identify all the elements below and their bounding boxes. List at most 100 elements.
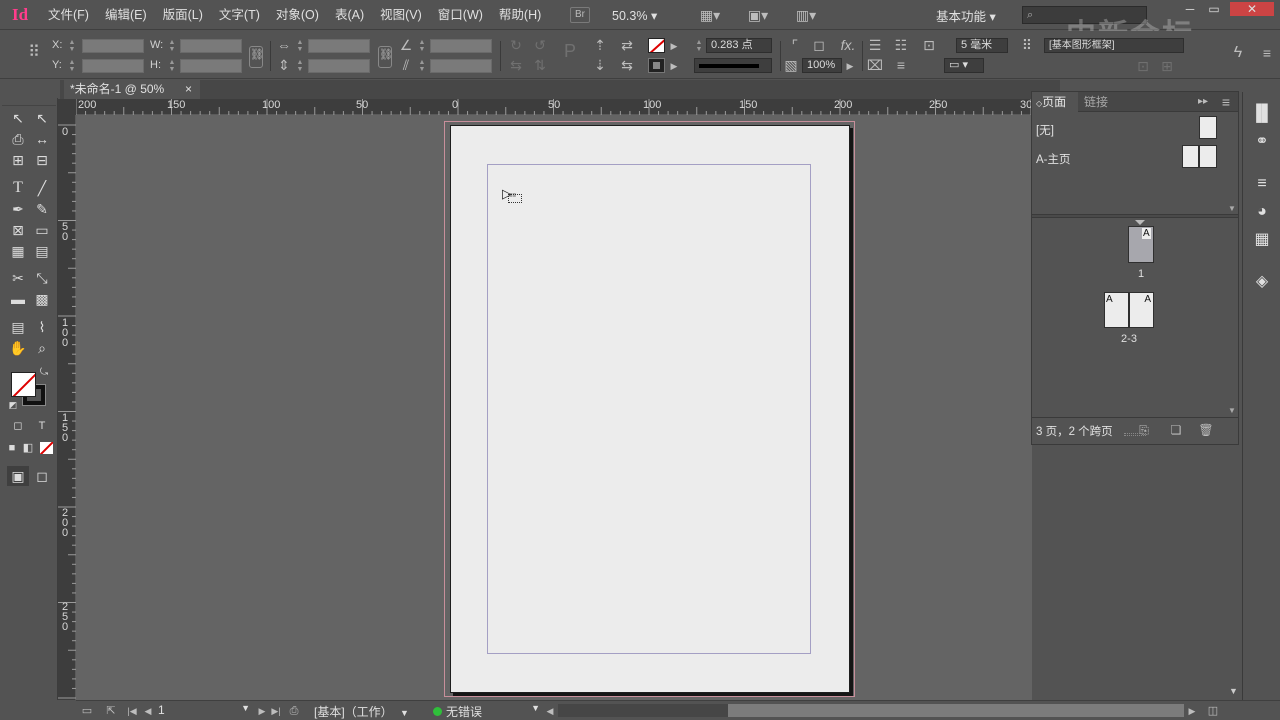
fill-swatch-none[interactable] xyxy=(648,38,665,53)
horizontal-ruler[interactable]: 200 150 100 50 0 50 100 150 200 250 30 xyxy=(76,99,1032,115)
preflight-profile-dropdown[interactable]: [基本]（工作） ▼ xyxy=(314,703,409,720)
shear-field[interactable] xyxy=(430,59,492,73)
frame-spacing-field[interactable]: 5 毫米 xyxy=(956,38,1008,53)
tools-grip[interactable] xyxy=(2,100,56,106)
free-transform-tool-icon[interactable]: ⤡ xyxy=(31,268,53,288)
page-1-thumbnail[interactable]: A xyxy=(1128,226,1154,263)
last-page-icon[interactable]: ▶| xyxy=(270,703,282,719)
close-icon[interactable]: × xyxy=(185,80,192,99)
menu-type[interactable]: 文字(T) xyxy=(211,0,268,30)
table-tool-icon[interactable]: ▦ xyxy=(7,241,29,261)
gradient-swatch-tool-icon[interactable]: ▬ xyxy=(7,289,29,309)
masters-scrollbar[interactable]: ▼ xyxy=(1226,112,1238,213)
reference-point-icon[interactable]: ⠿ xyxy=(24,45,44,61)
h-field[interactable] xyxy=(180,59,242,73)
quick-apply-icon[interactable]: ϟ xyxy=(1228,45,1248,61)
scroll-right-icon[interactable]: ▶ xyxy=(1186,703,1198,719)
scroll-down-icon[interactable]: ▼ xyxy=(1228,204,1236,213)
swap-colors-icon[interactable]: ⤿ xyxy=(36,366,52,380)
open-page-icon[interactable]: ⇱ xyxy=(102,703,120,719)
split-window-icon[interactable]: ◫ xyxy=(1204,703,1222,719)
scroll-left-icon[interactable]: ◀ xyxy=(544,703,556,719)
select-previous-icon[interactable]: ⇄ xyxy=(618,37,636,53)
scale-x-stepper[interactable]: ▲ ▼ xyxy=(296,39,304,53)
scale-y-field[interactable] xyxy=(308,59,370,73)
effects-icon[interactable]: fx. xyxy=(838,37,858,53)
menu-view[interactable]: 视图(V) xyxy=(372,0,430,30)
line-tool-icon[interactable]: ╱ xyxy=(31,178,53,198)
menu-file[interactable]: 文件(F) xyxy=(40,0,97,30)
stroke-type-dropdown[interactable] xyxy=(694,58,772,73)
formatting-container-icon[interactable]: ◻ xyxy=(7,416,29,436)
apply-color-icon[interactable]: ■ xyxy=(4,438,20,458)
apply-none-icon[interactable] xyxy=(40,442,53,454)
master-none-thumbnail[interactable] xyxy=(1199,116,1217,139)
menu-layout[interactable]: 版面(L) xyxy=(155,0,211,30)
selection-tool-icon[interactable]: ↖ xyxy=(7,108,29,128)
next-page-icon[interactable]: ▶ xyxy=(256,703,268,719)
master-a-right-thumbnail[interactable] xyxy=(1199,145,1217,168)
zoom-tool-icon[interactable]: ⌕ xyxy=(31,338,53,358)
preflight-status[interactable]: 无错误 ▼ xyxy=(446,703,540,720)
y-stepper[interactable]: ▲ ▼ xyxy=(68,59,76,73)
document-tab[interactable]: *未命名-1 @ 50% × xyxy=(64,80,200,100)
delete-page-icon[interactable]: 🗑 xyxy=(1198,422,1214,438)
eyedropper-tool-icon[interactable]: ⌇ xyxy=(31,317,53,337)
apply-gradient-icon[interactable]: ◧ xyxy=(20,438,36,458)
page-number-field[interactable]: 1 ▼ xyxy=(158,703,250,718)
pages-panel-icon[interactable]: ▐▌ xyxy=(1243,100,1280,128)
panel-menu-icon[interactable]: ≡ xyxy=(1218,94,1234,110)
screen-mode-icon[interactable]: ▣▾ xyxy=(744,7,772,23)
type-tool-icon[interactable]: T xyxy=(7,178,29,198)
vertical-scrollbar[interactable]: ▼ xyxy=(1226,420,1240,700)
fill-dropdown-icon[interactable]: ▶ xyxy=(668,38,680,54)
view-options-icon[interactable]: ▦▾ xyxy=(696,7,724,23)
object-style-dropdown[interactable]: [基本图形框架] xyxy=(1044,38,1184,53)
restore-button[interactable]: ▭ xyxy=(1204,2,1224,16)
align-top-icon[interactable]: ☰ xyxy=(866,37,884,53)
select-content-icon[interactable]: ⇣ xyxy=(592,57,608,73)
master-a-left-thumbnail[interactable] xyxy=(1182,145,1199,168)
gap-tool-icon[interactable]: ↔ xyxy=(31,129,53,149)
shear-stepper[interactable]: ▲ ▼ xyxy=(418,59,426,73)
tab-pages[interactable]: ◇页面 xyxy=(1032,92,1078,112)
constrain-proportions-icon[interactable]: ⛓ xyxy=(249,46,264,68)
select-container-icon[interactable]: ⇡ xyxy=(592,37,608,53)
default-colors-icon[interactable]: ◩ xyxy=(6,398,20,412)
scale-y-stepper[interactable]: ▲ ▼ xyxy=(296,59,304,73)
normal-mode-icon[interactable]: ▣ xyxy=(7,466,29,486)
new-page-icon[interactable]: ❏ xyxy=(1168,422,1184,438)
menu-table[interactable]: 表(A) xyxy=(327,0,372,30)
opacity-field[interactable]: 100% xyxy=(802,58,842,73)
clear-attributes-icon[interactable]: ⊞ xyxy=(1158,58,1176,74)
close-button[interactable]: ✕ xyxy=(1230,2,1274,16)
content-placer-icon[interactable]: ⊟ xyxy=(31,150,53,170)
horizontal-scrollbar-thumb[interactable] xyxy=(728,704,1184,717)
rotate-stepper[interactable]: ▲ ▼ xyxy=(418,39,426,53)
master-a-label[interactable]: A-主页 xyxy=(1036,151,1071,167)
constrain-scale-icon[interactable]: ⛓ xyxy=(378,46,393,68)
note-tool-icon[interactable]: ▤ xyxy=(7,317,29,337)
pencil-tool-icon[interactable]: ✎ xyxy=(31,199,53,219)
previous-page-icon[interactable]: ◀ xyxy=(142,703,154,719)
scroll-down-icon[interactable]: ▼ xyxy=(1228,406,1236,415)
flip-h-icon[interactable]: ⇆ xyxy=(508,57,524,73)
page-status-icon[interactable]: ▭ xyxy=(78,703,96,719)
page-2-thumbnail[interactable]: A xyxy=(1104,292,1129,328)
x-field[interactable] xyxy=(82,39,144,53)
scale-x-field[interactable] xyxy=(308,39,370,53)
scissors-tool-icon[interactable]: ✂ xyxy=(7,268,29,288)
select-next-icon[interactable]: ⇆ xyxy=(618,57,636,73)
menu-help[interactable]: 帮助(H) xyxy=(491,0,549,30)
direct-selection-tool-icon[interactable]: ↖ xyxy=(31,108,53,128)
panel-divider[interactable] xyxy=(1032,214,1238,218)
expand-panel-icon[interactable]: ▸▸ xyxy=(1196,94,1210,110)
hand-tool-icon[interactable]: ✋ xyxy=(7,338,29,358)
corner-options-icon[interactable]: ⌜ xyxy=(786,37,804,53)
preview-mode-icon[interactable]: ◻ xyxy=(31,466,53,486)
h-stepper[interactable]: ▲ ▼ xyxy=(168,59,176,73)
opacity-dropdown-icon[interactable]: ▶ xyxy=(844,58,856,74)
w-field[interactable] xyxy=(180,39,242,53)
stroke-swatch[interactable] xyxy=(648,58,665,73)
y-field[interactable] xyxy=(82,59,144,73)
